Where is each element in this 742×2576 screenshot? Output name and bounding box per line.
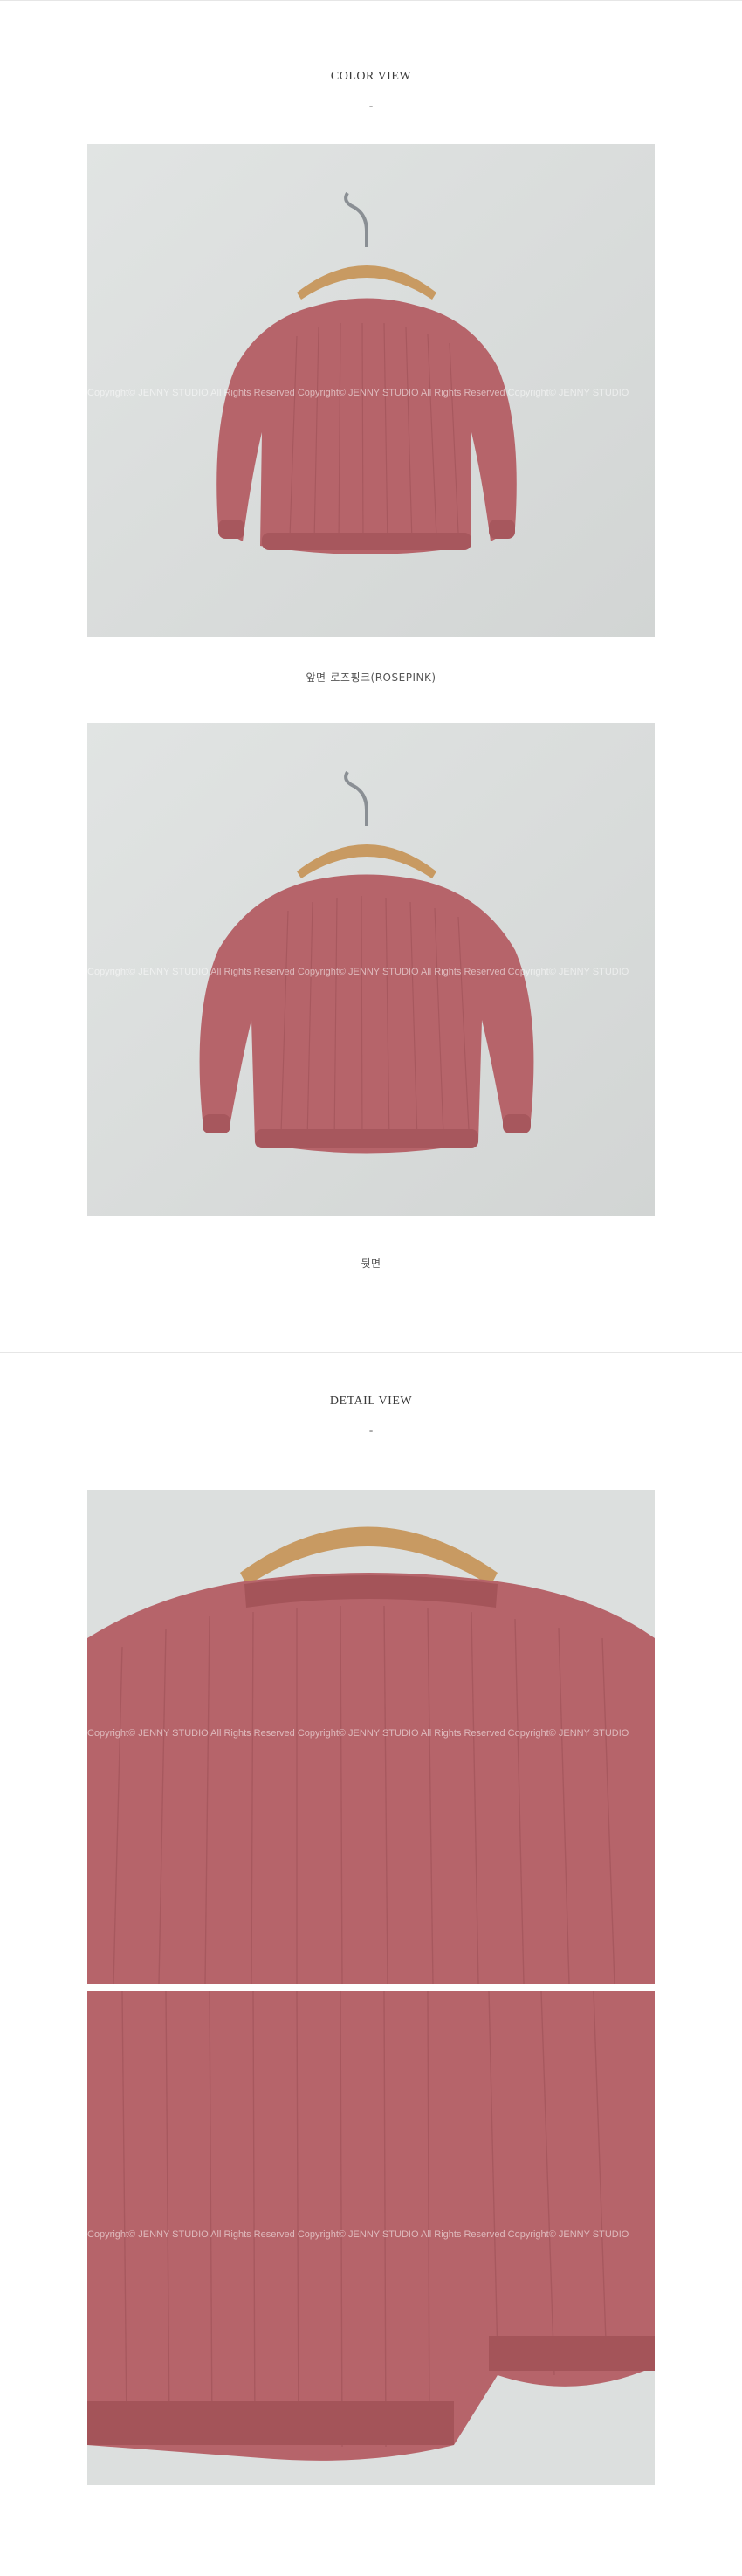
detail-photo-neckline: Copyright© JENNY STUDIO All Rights Reser… (87, 1490, 655, 1984)
product-photo-front: Copyright© JENNY STUDIO All Rights Reser… (87, 144, 655, 637)
watermark: Copyright© JENNY STUDIO All Rights Reser… (87, 1728, 629, 1739)
caption-back: 뒷면 (361, 1257, 381, 1270)
detail-photo-hem: Copyright© JENNY STUDIO All Rights Reser… (87, 1991, 655, 2485)
top-divider (0, 0, 742, 1)
watermark: Copyright© JENNY STUDIO All Rights Reser… (87, 388, 629, 398)
detail-view-dash: - (368, 1423, 374, 1436)
section-divider (0, 1352, 742, 1353)
product-photo-back: Copyright© JENNY STUDIO All Rights Reser… (87, 723, 655, 1216)
color-view-title: COLOR VIEW (330, 70, 412, 83)
watermark: Copyright© JENNY STUDIO All Rights Reser… (87, 2229, 629, 2240)
color-view-dash: - (368, 99, 374, 112)
watermark: Copyright© JENNY STUDIO All Rights Reser… (87, 967, 629, 977)
caption-front: 앞면-로즈핑크(ROSEPINK) (306, 672, 436, 684)
detail-view-title: DETAIL VIEW (329, 1395, 413, 1408)
